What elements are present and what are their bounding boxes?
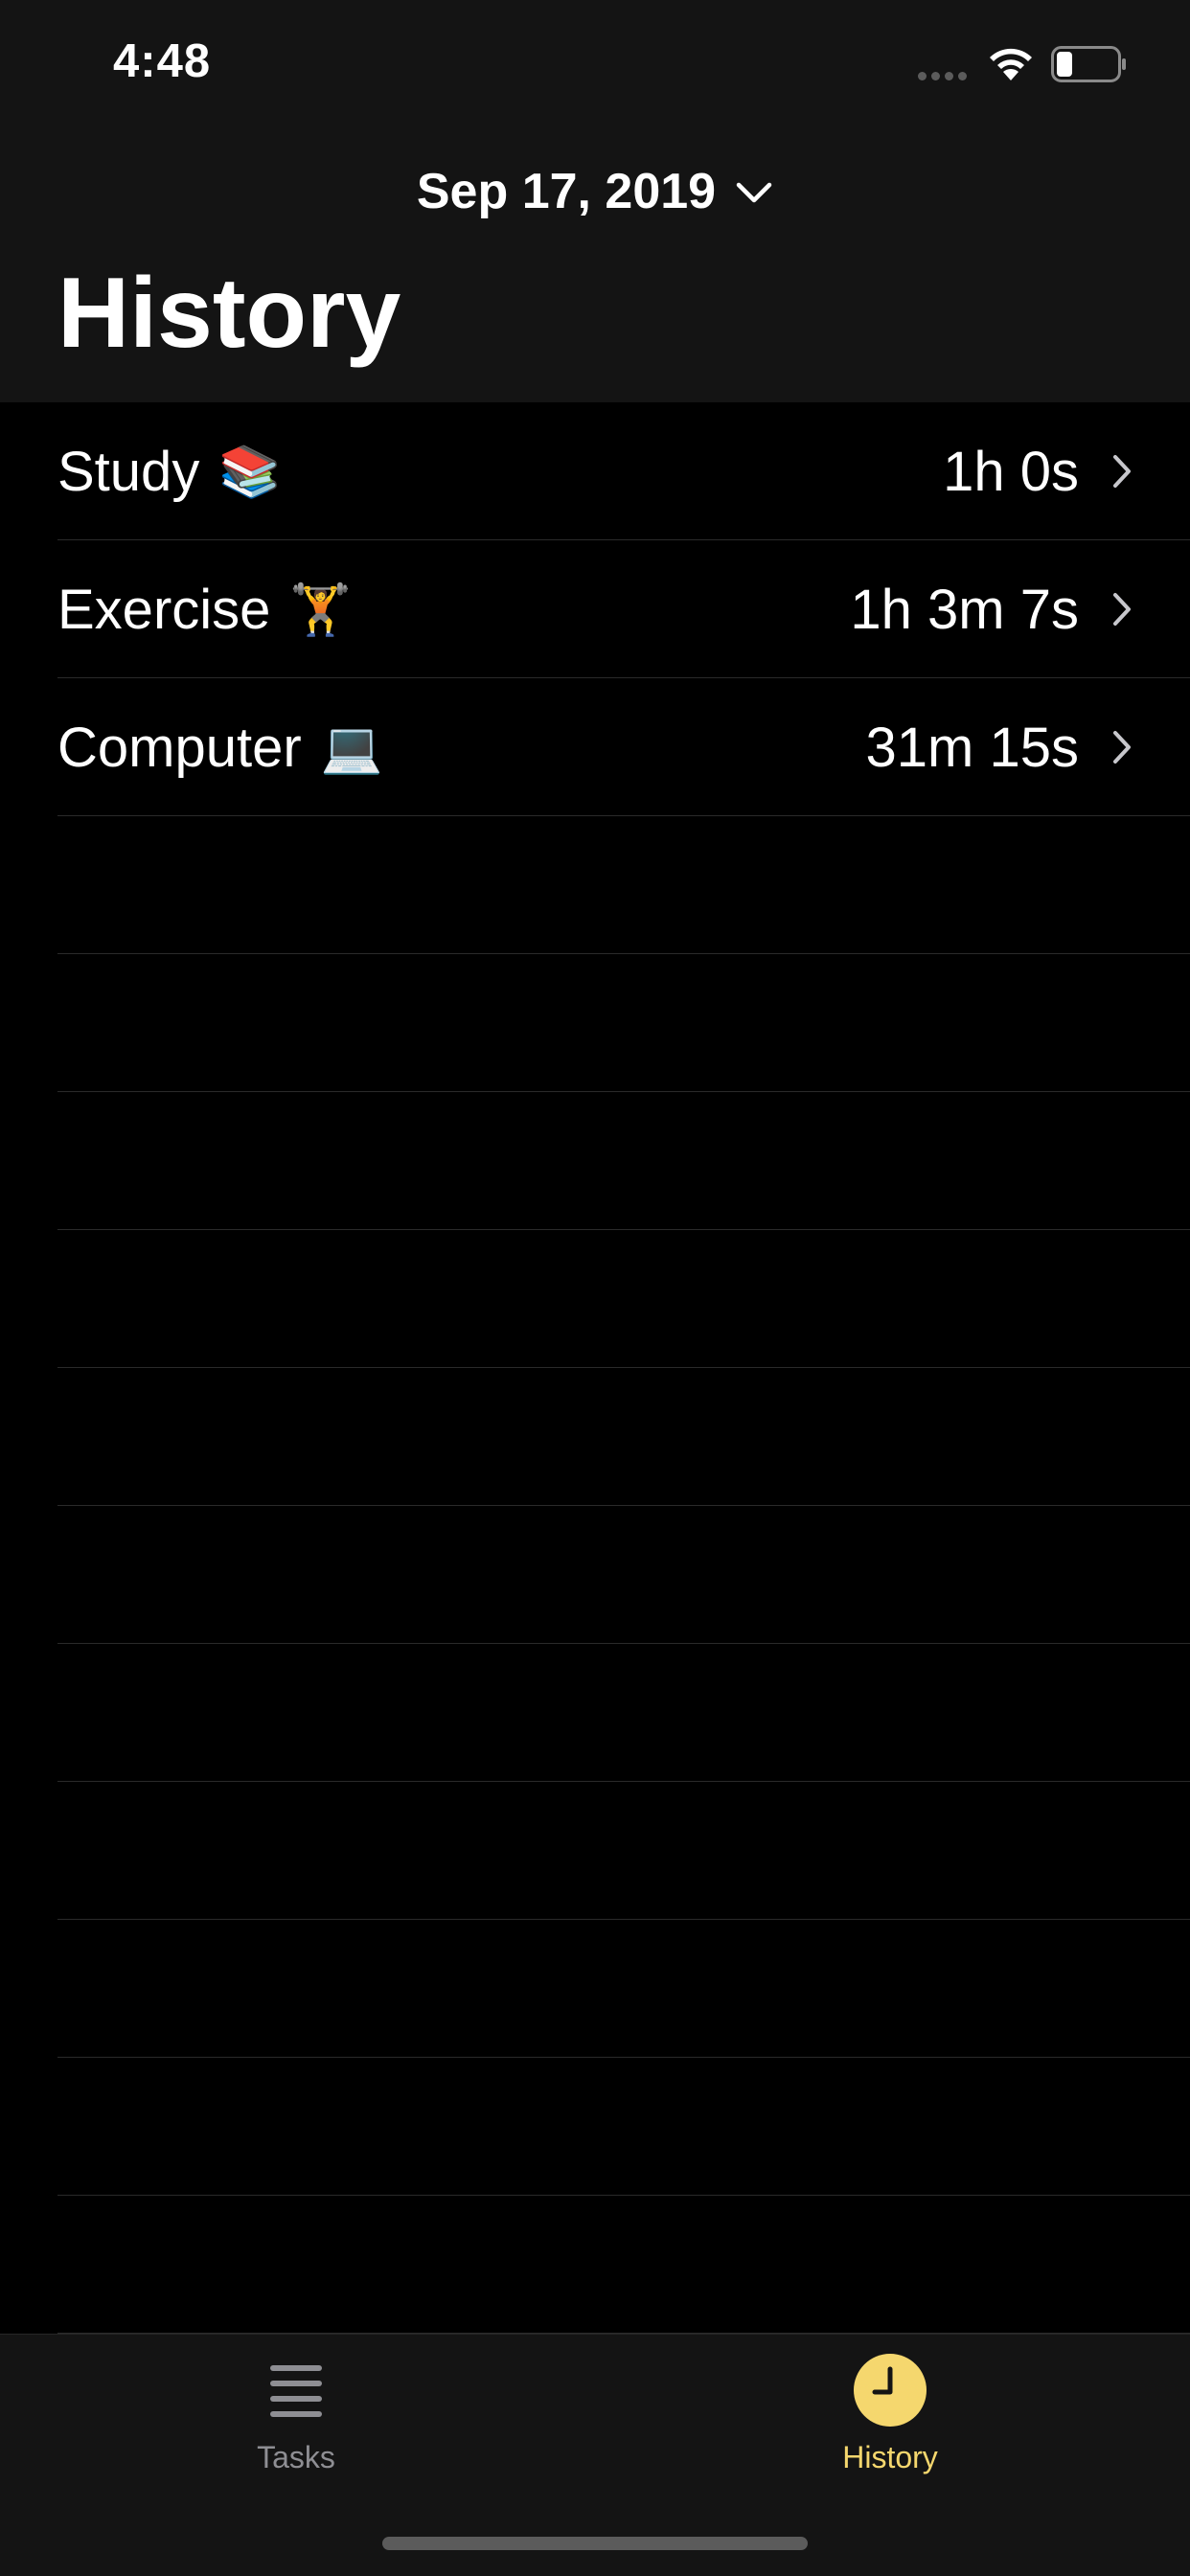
empty-row <box>0 816 1190 954</box>
weightlifter-emoji: 🏋️ <box>289 581 353 639</box>
tab-bar: Tasks History <box>0 2334 1190 2576</box>
home-indicator[interactable] <box>382 2537 808 2550</box>
tab-history[interactable]: History <box>746 2354 1034 2497</box>
empty-row <box>0 2058 1190 2196</box>
navigation-header: Sep 17, 2019 History <box>0 129 1190 402</box>
laptop-emoji: 💻 <box>320 718 383 777</box>
row-duration: 31m 15s <box>865 716 1079 779</box>
row-title: Exercise <box>57 578 271 641</box>
row-title: Computer <box>57 716 302 779</box>
row-title: Study <box>57 440 200 503</box>
row-duration: 1h 0s <box>943 440 1079 503</box>
battery-icon <box>1051 46 1126 82</box>
chevron-right-icon <box>1113 455 1131 488</box>
status-time: 4:48 <box>113 35 212 87</box>
row-duration: 1h 3m 7s <box>850 578 1079 641</box>
empty-row <box>0 1644 1190 1782</box>
empty-row <box>0 1230 1190 1368</box>
chevron-right-icon <box>1113 593 1131 626</box>
status-bar: 4:48 <box>0 0 1190 129</box>
empty-row <box>0 954 1190 1092</box>
empty-row <box>0 1368 1190 1506</box>
tab-tasks[interactable]: Tasks <box>152 2354 440 2497</box>
wifi-icon <box>990 48 1032 80</box>
empty-row <box>0 1920 1190 2058</box>
date-label: Sep 17, 2019 <box>416 164 717 219</box>
history-row-computer[interactable]: Computer 💻 31m 15s <box>0 678 1190 816</box>
clock-icon <box>854 2354 927 2427</box>
chevron-right-icon <box>1113 731 1131 764</box>
empty-row <box>0 1092 1190 1230</box>
chevron-down-icon <box>736 182 772 203</box>
date-picker-button[interactable]: Sep 17, 2019 <box>0 158 1190 225</box>
empty-row <box>0 1782 1190 1920</box>
empty-row <box>0 2196 1190 2334</box>
history-list: Study 📚 1h 0s Exercise 🏋️ 1h 3m 7s Compu… <box>0 402 1190 2472</box>
page-title: History <box>57 258 401 369</box>
history-row-study[interactable]: Study 📚 1h 0s <box>0 402 1190 540</box>
list-icon <box>260 2354 332 2427</box>
tab-tasks-label: Tasks <box>257 2440 335 2474</box>
tab-history-label: History <box>842 2440 938 2474</box>
books-emoji: 📚 <box>218 443 282 501</box>
empty-row <box>0 1506 1190 1644</box>
cellular-signal-icon <box>918 72 967 80</box>
history-row-exercise[interactable]: Exercise 🏋️ 1h 3m 7s <box>0 540 1190 678</box>
